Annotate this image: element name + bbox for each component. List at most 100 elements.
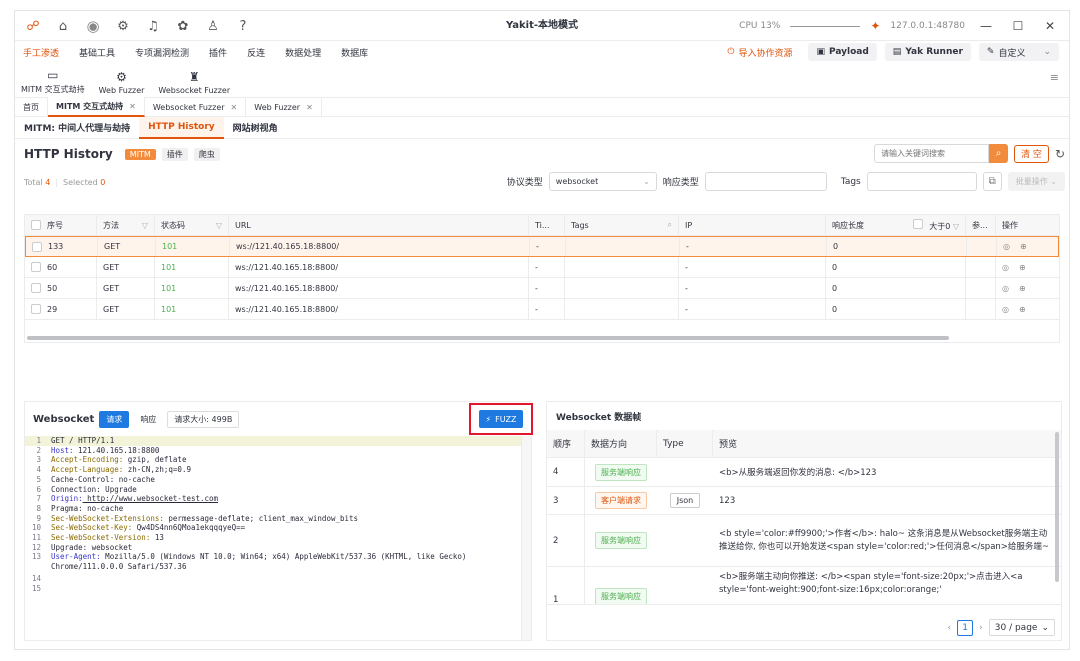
page-size-select[interactable]: 30 / page ⌄ bbox=[988, 619, 1055, 636]
view-icon[interactable]: ◎ bbox=[1002, 284, 1009, 293]
table-row[interactable]: 60 GET 101 ws://121.40.165.18:8800/ - - … bbox=[25, 257, 1059, 278]
export-icon[interactable]: ⧉ bbox=[982, 172, 1002, 191]
code-line: 12 Upgrade: websocket bbox=[31, 542, 133, 552]
table-row[interactable]: 29 GET 101 ws://121.40.165.18:8800/ - - … bbox=[25, 299, 1059, 320]
tab-site-tree[interactable]: 网站树视角 bbox=[224, 117, 287, 139]
greater-zero-checkbox[interactable] bbox=[913, 218, 924, 229]
clear-button[interactable]: 清 空 bbox=[1014, 144, 1049, 163]
filter-chip-plugin[interactable]: 插件 bbox=[161, 147, 188, 161]
menu-plugins[interactable]: 插件 bbox=[209, 46, 227, 59]
protocol-select[interactable]: websocket ⌄ bbox=[548, 172, 657, 191]
menu-reverse[interactable]: 反连 bbox=[247, 46, 265, 59]
fuzz-highlight: ⚡ FUZZ bbox=[469, 403, 533, 435]
frames-scrollbar[interactable] bbox=[1055, 432, 1059, 582]
menu-database[interactable]: 数据库 bbox=[341, 46, 368, 59]
mitm-subtabs: MITM: 中间人代理与劫持 HTTP History 网站树视角 bbox=[15, 116, 1069, 139]
maximize-button[interactable]: ☐ bbox=[1007, 15, 1029, 37]
tool-ws-fuzzer[interactable]: ♜ Websocket Fuzzer bbox=[158, 70, 230, 95]
yak-runner-button[interactable]: ▤ Yak Runner bbox=[884, 43, 971, 61]
forward-icon[interactable]: ⊕ bbox=[1019, 284, 1026, 293]
code-line: 2 Host: 121.40.165.18:8800 bbox=[36, 445, 160, 455]
tab-web-fuzzer[interactable]: Web Fuzzer ✕ bbox=[246, 97, 322, 117]
payload-button[interactable]: ▣ Payload bbox=[808, 43, 877, 61]
tool-mitm[interactable]: ▭ MITM 交互式劫持 bbox=[21, 68, 85, 95]
engine-icon[interactable]: ✦ bbox=[870, 19, 880, 33]
home-icon[interactable]: ⌂ bbox=[55, 18, 71, 34]
close-icon[interactable]: ✕ bbox=[129, 102, 136, 111]
refresh-icon[interactable]: ↻ bbox=[1055, 147, 1065, 161]
close-icon[interactable]: ✕ bbox=[306, 103, 313, 112]
code-line: 4 Accept-Language: zh-CN,zh;q=0.9 bbox=[36, 465, 191, 475]
next-page-icon[interactable]: › bbox=[979, 623, 983, 633]
tab-mitm-proxy[interactable]: MITM: 中间人代理与劫持 bbox=[15, 117, 139, 139]
frame-row[interactable]: 2 服务端响应 <b style='color:#ff9900;'>作者</b>… bbox=[547, 515, 1061, 567]
help-icon[interactable]: ? bbox=[235, 18, 251, 34]
tab-http-history[interactable]: HTTP History bbox=[139, 116, 224, 139]
current-page[interactable]: 1 bbox=[957, 619, 974, 636]
view-icon[interactable]: ◎ bbox=[1003, 242, 1010, 251]
editor-scrollbar[interactable] bbox=[521, 436, 531, 640]
plugin-notice-icon[interactable]: ✿ bbox=[175, 18, 191, 34]
row-checkbox[interactable] bbox=[31, 283, 41, 293]
prev-page-icon[interactable]: ‹ bbox=[948, 623, 952, 633]
tab-response[interactable]: 响应 bbox=[134, 412, 162, 427]
tags-label: Tags bbox=[840, 176, 861, 187]
search-icon[interactable]: ⌕ bbox=[989, 144, 1009, 163]
tab-request[interactable]: 请求 bbox=[99, 410, 130, 428]
history-table: 序号 方法 ▽ 状态码 ▽ URL Ti... Tags ⌕ IP 响应长度 大于0 ▽… bbox=[24, 214, 1060, 343]
filter-icon[interactable]: ▽ bbox=[216, 221, 222, 230]
main-menu: 手工渗透 基础工具 专项漏洞检测 插件 反连 数据处理 数据库 ⏻ 导入协作资源 … bbox=[15, 41, 1069, 63]
frame-row[interactable]: 1 服务端响应 <b>服务端主动向你推送: </b><span style='f… bbox=[547, 567, 1061, 605]
filter-chip-mitm[interactable]: MITM bbox=[124, 148, 156, 160]
tab-mitm[interactable]: MITM 交互式劫持 ✕ bbox=[48, 97, 145, 117]
code-line: 1 GET / HTTP/1.1 bbox=[25, 436, 527, 446]
code-line: 5 Cache-Control: no-cache bbox=[36, 474, 155, 484]
close-icon[interactable]: ✕ bbox=[231, 103, 238, 112]
menu-manual-pentest[interactable]: 手工渗透 bbox=[23, 46, 59, 59]
row-checkbox[interactable] bbox=[31, 262, 41, 272]
view-icon[interactable]: ◎ bbox=[1002, 263, 1009, 272]
tool-web-fuzzer[interactable]: ⚙ Web Fuzzer bbox=[99, 70, 145, 95]
selected-count: 0 bbox=[100, 177, 106, 187]
user-avatar-icon[interactable]: ◉ bbox=[85, 17, 101, 35]
robot-icon[interactable]: ♙ bbox=[205, 18, 221, 34]
row-checkbox[interactable] bbox=[32, 241, 42, 252]
horizontal-scrollbar[interactable] bbox=[27, 336, 949, 340]
import-resources-button[interactable]: ⏻ 导入协作资源 bbox=[719, 43, 800, 61]
minimize-button[interactable]: — bbox=[975, 15, 997, 37]
tab-ws-fuzzer[interactable]: Websocket Fuzzer ✕ bbox=[145, 97, 247, 117]
custom-menu-button[interactable]: ✎ 自定义 ⌄ bbox=[978, 43, 1059, 61]
filter-icon[interactable]: ▽ bbox=[142, 221, 148, 230]
forward-icon[interactable]: ⊕ bbox=[1019, 305, 1026, 314]
bell-icon[interactable]: ♫ bbox=[145, 18, 161, 34]
view-icon[interactable]: ◎ bbox=[1002, 305, 1009, 314]
tab-home[interactable]: 首页 bbox=[15, 97, 48, 117]
fuzz-button[interactable]: ⚡ FUZZ bbox=[478, 410, 524, 428]
settings-icon[interactable]: ⚙ bbox=[115, 18, 131, 34]
menu-data-processing[interactable]: 数据处理 bbox=[285, 46, 321, 59]
table-row[interactable]: 133 GET 101 ws://121.40.165.18:8800/ - -… bbox=[25, 236, 1059, 257]
code-line: 15 bbox=[31, 583, 41, 593]
table-row[interactable]: 50 GET 101 ws://121.40.165.18:8800/ - - … bbox=[25, 278, 1059, 299]
forward-icon[interactable]: ⊕ bbox=[1020, 242, 1027, 251]
menu-vuln-detect[interactable]: 专项漏洞检测 bbox=[135, 46, 189, 59]
tags-input[interactable] bbox=[866, 172, 977, 191]
forward-icon[interactable]: ⊕ bbox=[1019, 263, 1026, 272]
code-line: 3 Accept-Encoding: gzip, deflate bbox=[36, 455, 187, 465]
frame-row[interactable]: 3 客户端请求 Json 123 bbox=[547, 487, 1061, 515]
search-input[interactable] bbox=[874, 144, 990, 163]
filter-icon[interactable]: ▽ bbox=[953, 222, 959, 231]
page-tabs: 首页 MITM 交互式劫持 ✕ Websocket Fuzzer ✕ Web Fuz… bbox=[15, 97, 1069, 117]
direction-badge: 客户端请求 bbox=[595, 492, 647, 509]
response-type-input[interactable] bbox=[704, 172, 827, 191]
select-all-checkbox[interactable] bbox=[31, 220, 41, 230]
frame-row[interactable]: 4 服务端响应 <b>从服务端返回你发的消息: </b>123 bbox=[547, 458, 1061, 487]
batch-operation-button[interactable]: 批量操作 ⌄ bbox=[1007, 172, 1065, 191]
menu-basic-tools[interactable]: 基础工具 bbox=[79, 46, 115, 59]
close-button[interactable]: ✕ bbox=[1039, 15, 1061, 37]
filter-chip-crawler[interactable]: 爬虫 bbox=[193, 147, 220, 161]
search-icon[interactable]: ⌕ bbox=[668, 220, 672, 230]
collapse-icon[interactable]: ≡ bbox=[1050, 71, 1059, 84]
row-checkbox[interactable] bbox=[31, 304, 41, 314]
request-editor[interactable]: 1 GET / HTTP/1.1 2 Host: 121.40.165.18:880… bbox=[25, 436, 527, 640]
